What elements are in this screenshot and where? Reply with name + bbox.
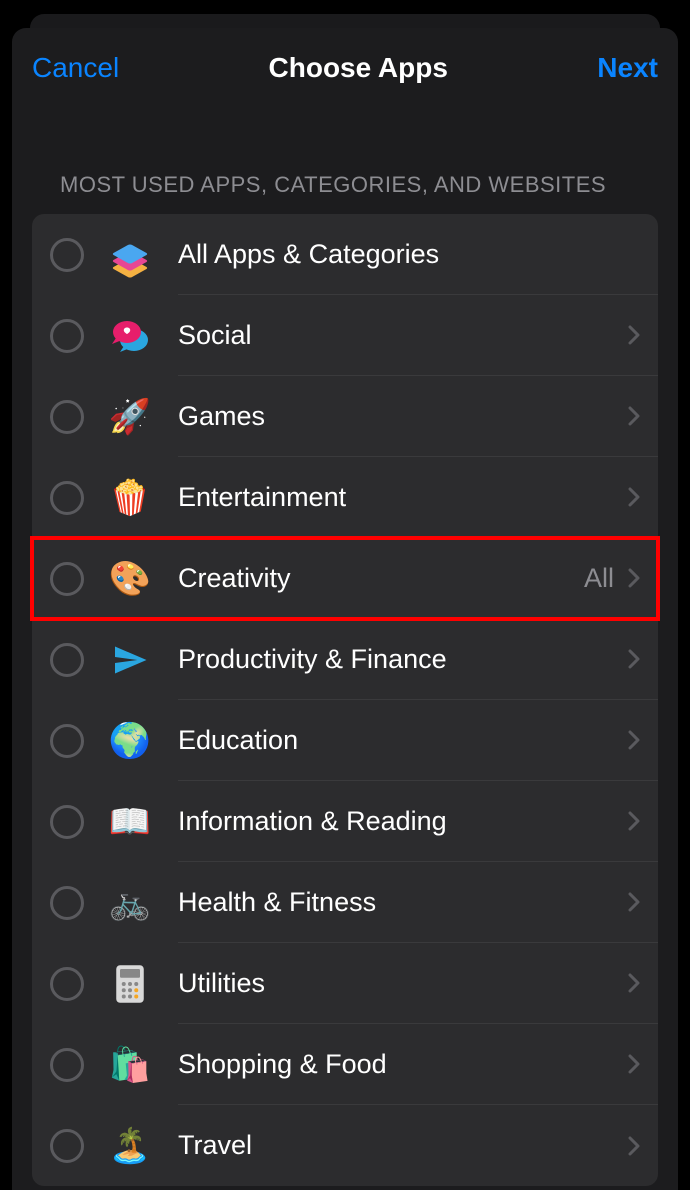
category-row-shopping[interactable]: 🛍️ Shopping & Food [32, 1024, 658, 1105]
category-label: Information & Reading [178, 806, 628, 837]
category-label: Travel [178, 1130, 628, 1161]
select-radio[interactable] [50, 481, 84, 515]
category-label: All Apps & Categories [178, 239, 640, 270]
select-radio[interactable] [50, 400, 84, 434]
category-label: Games [178, 401, 628, 432]
travel-icon: 🏝️ [108, 1124, 152, 1168]
chevron-right-icon [628, 568, 640, 588]
category-row-social[interactable]: Social [32, 295, 658, 376]
select-radio[interactable] [50, 967, 84, 1001]
select-radio[interactable] [50, 238, 84, 272]
category-row-health[interactable]: 🚲 Health & Fitness [32, 862, 658, 943]
health-icon: 🚲 [108, 881, 152, 925]
chevron-right-icon [628, 649, 640, 669]
navigation-bar: Cancel Choose Apps Next [12, 28, 678, 100]
category-row-information[interactable]: 📖 Information & Reading [32, 781, 658, 862]
education-icon: 🌍 [108, 719, 152, 763]
choose-apps-sheet: Cancel Choose Apps Next MOST USED APPS, … [12, 28, 678, 1190]
category-label: Utilities [178, 968, 628, 999]
category-label: Productivity & Finance [178, 644, 628, 675]
select-radio[interactable] [50, 562, 84, 596]
select-radio[interactable] [50, 724, 84, 758]
select-radio[interactable] [50, 643, 84, 677]
chevron-right-icon [628, 973, 640, 993]
chevron-right-icon [628, 811, 640, 831]
information-icon: 📖 [108, 800, 152, 844]
category-row-productivity[interactable]: Productivity & Finance [32, 619, 658, 700]
productivity-icon [108, 638, 152, 682]
shopping-icon: 🛍️ [108, 1043, 152, 1087]
chevron-right-icon [628, 1136, 640, 1156]
category-label: Health & Fitness [178, 887, 628, 918]
creativity-icon: 🎨 [108, 557, 152, 601]
chevron-right-icon [628, 406, 640, 426]
chevron-right-icon [628, 1054, 640, 1074]
select-radio[interactable] [50, 886, 84, 920]
category-row-all[interactable]: All Apps & Categories [32, 214, 658, 295]
category-row-travel[interactable]: 🏝️ Travel [32, 1105, 658, 1186]
next-button[interactable]: Next [597, 52, 658, 84]
cancel-button[interactable]: Cancel [32, 52, 119, 84]
chevron-right-icon [628, 325, 640, 345]
entertainment-icon: 🍿 [108, 476, 152, 520]
category-detail: All [584, 563, 614, 594]
categories-list: All Apps & Categories Social 🚀 Games 🍿 Entert… [32, 214, 658, 1186]
chevron-right-icon [628, 892, 640, 912]
section-header: MOST USED APPS, CATEGORIES, AND WEBSITES [12, 100, 678, 208]
games-icon: 🚀 [108, 395, 152, 439]
social-icon [108, 314, 152, 358]
select-radio[interactable] [50, 1129, 84, 1163]
select-radio[interactable] [50, 1048, 84, 1082]
category-row-utilities[interactable]: Utilities [32, 943, 658, 1024]
select-radio[interactable] [50, 805, 84, 839]
select-radio[interactable] [50, 319, 84, 353]
category-label: Education [178, 725, 628, 756]
category-row-games[interactable]: 🚀 Games [32, 376, 658, 457]
category-label: Creativity [178, 563, 584, 594]
chevron-right-icon [628, 487, 640, 507]
category-row-education[interactable]: 🌍 Education [32, 700, 658, 781]
category-label: Shopping & Food [178, 1049, 628, 1080]
category-label: Entertainment [178, 482, 628, 513]
category-row-creativity[interactable]: 🎨 CreativityAll [32, 538, 658, 619]
category-label: Social [178, 320, 628, 351]
all-icon [108, 233, 152, 277]
utilities-icon [108, 962, 152, 1006]
category-row-entertainment[interactable]: 🍿 Entertainment [32, 457, 658, 538]
page-title: Choose Apps [119, 52, 597, 84]
chevron-right-icon [628, 730, 640, 750]
